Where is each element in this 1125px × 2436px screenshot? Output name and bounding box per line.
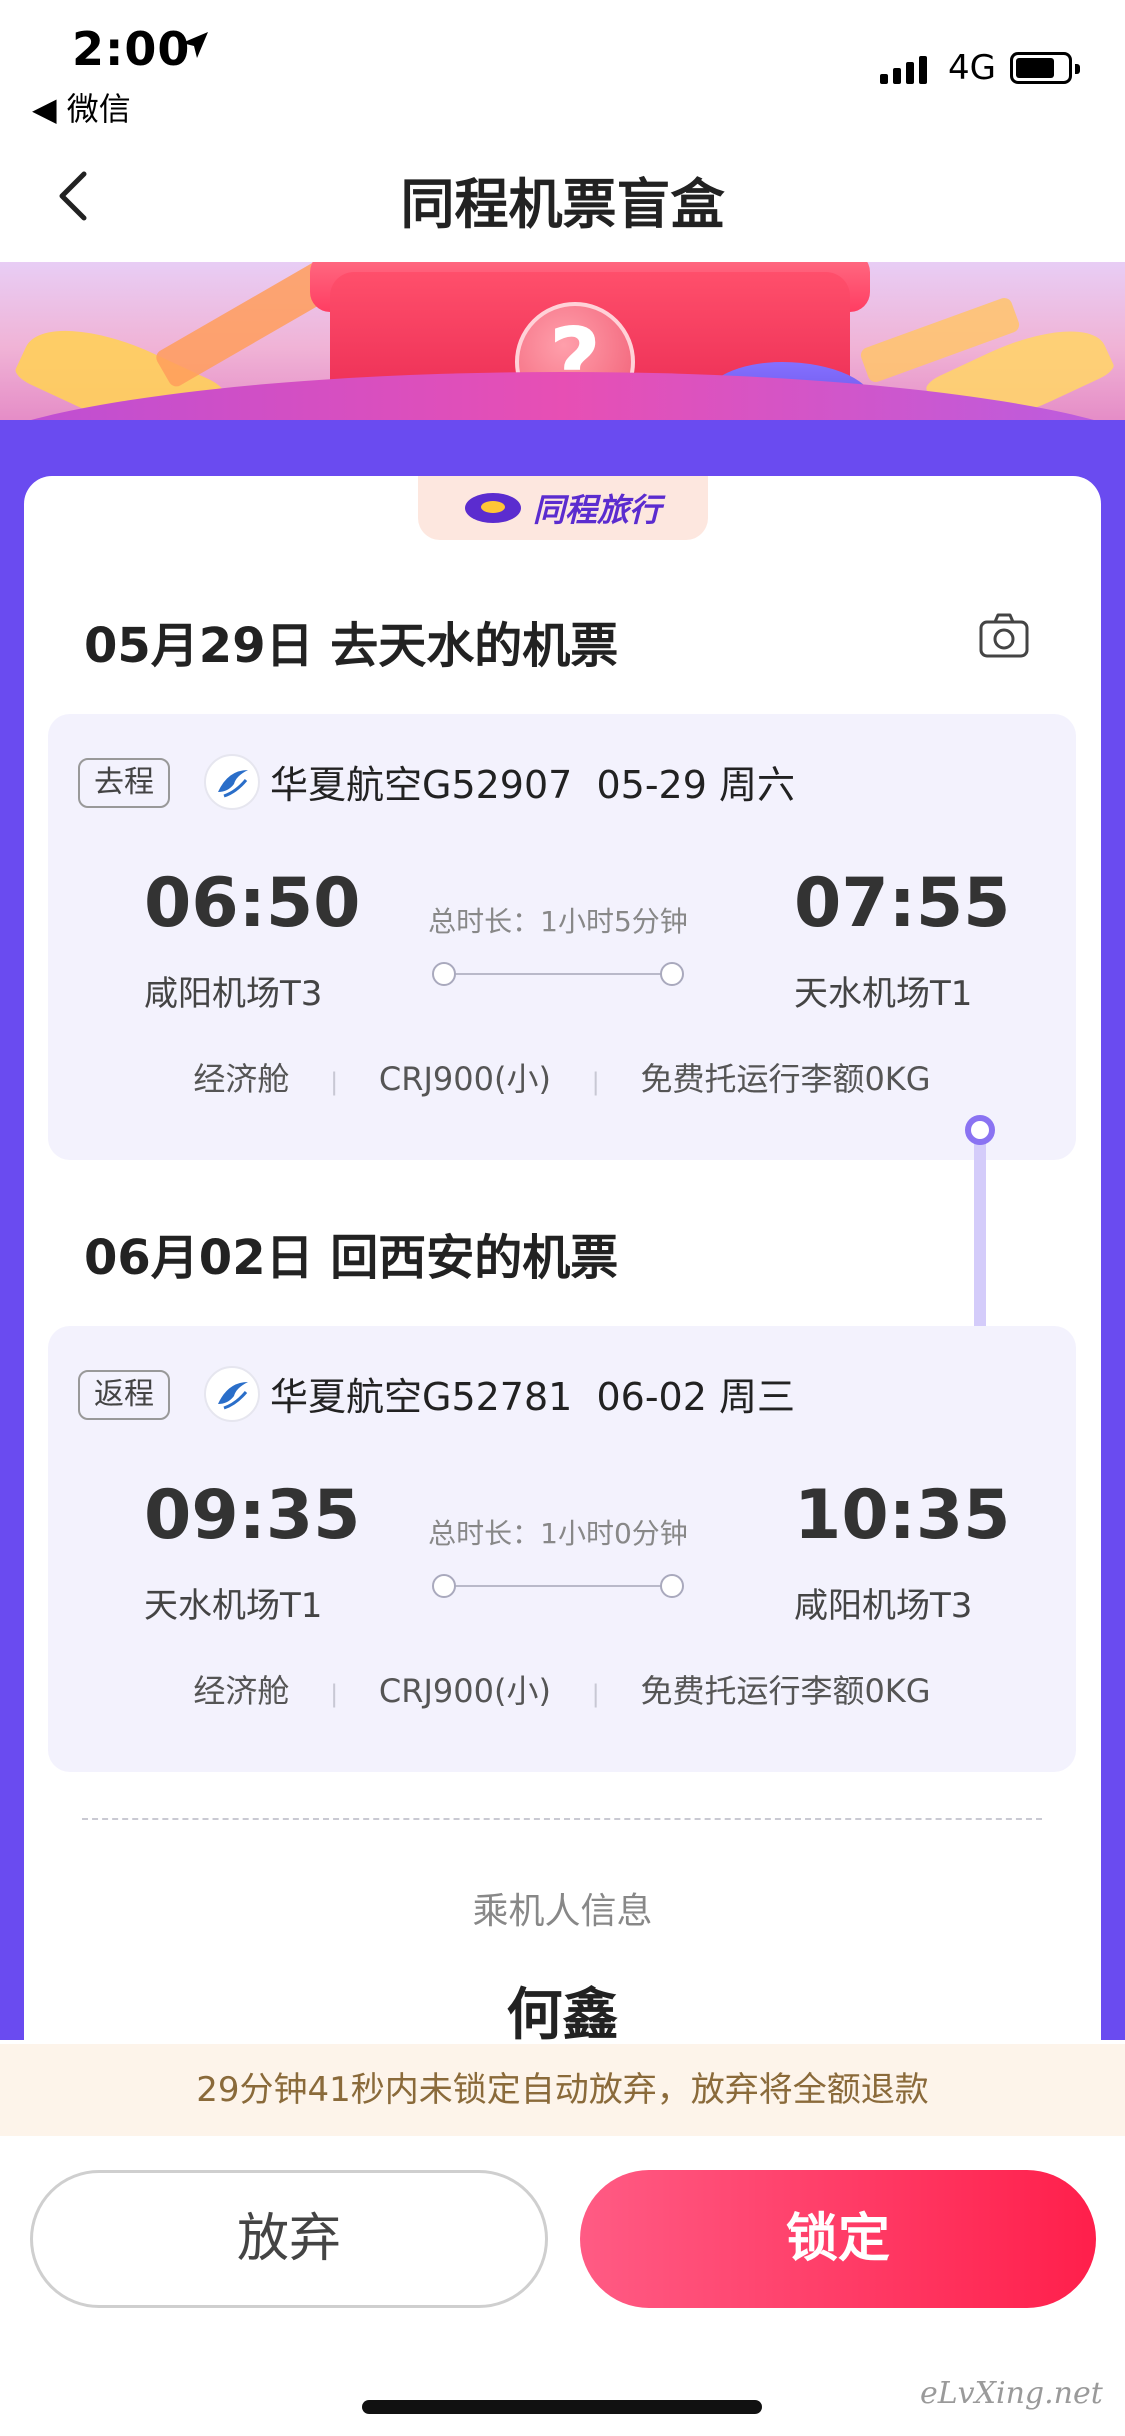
back-to-wechat-link[interactable]: ◀ 微信: [32, 84, 131, 130]
outbound-section-title: 05月29日 去天水的机票: [84, 618, 619, 674]
outbound-cabin: 经济舱: [193, 1060, 290, 1098]
return-section-title: 06月02日 回西安的机票: [84, 1230, 619, 1286]
passenger-section-title: 乘机人信息: [472, 1891, 653, 1932]
action-footer: 放弃 锁定 eLvXing.net: [0, 2136, 1125, 2436]
outbound-departure-airport: 咸阳机场T3: [144, 974, 323, 1014]
signal-icon: [880, 54, 927, 84]
return-flight-panel[interactable]: 返程 华夏航空G52781 06-02 周三 09:35 天水机场T1 总时长：…: [48, 1326, 1076, 1772]
return-baggage: 免费托运行李额0KG: [640, 1672, 931, 1710]
outbound-flight-panel[interactable]: 去程 华夏航空G52907 05-29 周六 06:50 咸阳机场T3 总时长：…: [48, 714, 1076, 1160]
brand-name: 同程旅行: [532, 491, 661, 529]
location-arrow-icon: [182, 32, 208, 58]
outbound-arrival-airport: 天水机场T1: [794, 974, 973, 1014]
tongcheng-logo-icon: [464, 493, 521, 523]
lock-button[interactable]: 锁定: [580, 2170, 1096, 2308]
outbound-arrival-time: 07:55: [794, 864, 1011, 943]
return-flight-info: 华夏航空G52781 06-02 周三: [270, 1375, 795, 1419]
watermark: eLvXing.net: [920, 2376, 1103, 2411]
camera-icon[interactable]: [978, 610, 1030, 662]
divider: [82, 1818, 1042, 1820]
passenger-name: 何鑫: [506, 1983, 619, 2048]
return-arrival-time: 10:35: [794, 1476, 1011, 1555]
outbound-duration-line: [432, 962, 684, 986]
airline-logo-icon: [204, 1366, 260, 1422]
status-bar: 2:00 ◀ 微信 4G: [0, 0, 1125, 130]
outbound-duration: 总时长：1小时5分钟: [428, 905, 688, 938]
return-arrival-airport: 咸阳机场T3: [794, 1586, 973, 1626]
return-meta: 经济舱 | CRJ900(小) | 免费托运行李额0KG: [193, 1672, 931, 1710]
countdown-notice: 29分钟41秒内未锁定自动放弃，放弃将全额退款: [0, 2044, 1125, 2136]
outbound-departure-time: 06:50: [144, 864, 361, 943]
outbound-tag: 去程: [78, 758, 170, 808]
return-departure-time: 09:35: [144, 1476, 361, 1555]
return-departure-airport: 天水机场T1: [144, 1586, 323, 1626]
outbound-flight-info: 华夏航空G52907 05-29 周六: [270, 763, 795, 807]
brand-tab: 同程旅行: [418, 476, 708, 540]
home-indicator[interactable]: [362, 2400, 762, 2414]
abandon-button[interactable]: 放弃: [30, 2170, 548, 2308]
return-cabin: 经济舱: [193, 1672, 290, 1710]
battery-icon: [1010, 52, 1080, 84]
outbound-meta: 经济舱 | CRJ900(小) | 免费托运行李额0KG: [193, 1060, 931, 1098]
return-duration: 总时长：1小时0分钟: [428, 1517, 688, 1550]
airline-logo-icon: [204, 754, 260, 810]
return-tag: 返程: [78, 1370, 170, 1420]
status-time: 2:00: [72, 22, 191, 76]
outbound-baggage: 免费托运行李额0KG: [640, 1060, 931, 1098]
page-title: 同程机票盲盒: [400, 173, 725, 236]
outbound-aircraft: CRJ900(小): [378, 1060, 551, 1098]
return-duration-line: [432, 1574, 684, 1598]
navigation-bar: 同程机票盲盒: [0, 140, 1125, 260]
network-type: 4G: [948, 48, 996, 88]
return-aircraft: CRJ900(小): [378, 1672, 551, 1710]
